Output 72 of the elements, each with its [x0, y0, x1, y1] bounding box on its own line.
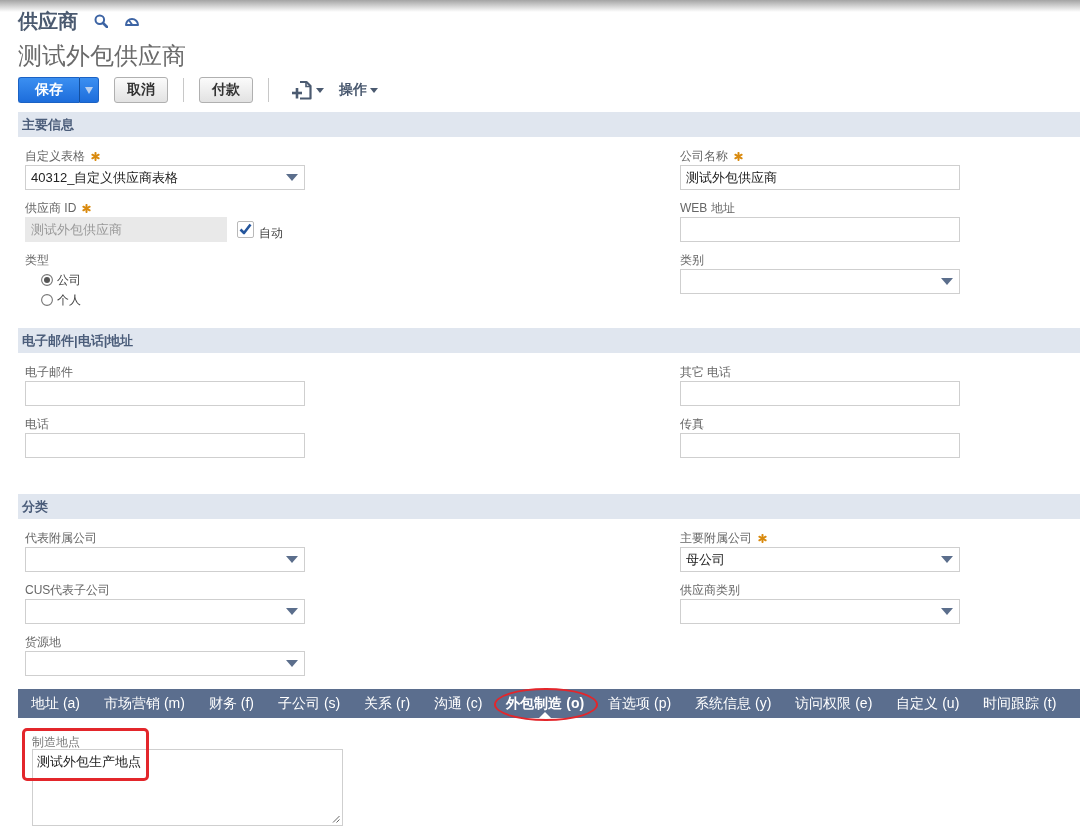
tab-pointer-icon: [539, 712, 552, 718]
field-label: CUS代表子公司: [25, 583, 111, 597]
text-field[interactable]: 测试外包供应商: [680, 165, 960, 190]
field-label: 类型: [25, 253, 49, 267]
text-field[interactable]: [25, 433, 305, 458]
radio-button[interactable]: [41, 274, 53, 286]
dropdown-field[interactable]: [680, 599, 960, 624]
subtab[interactable]: 首选项 (p): [596, 689, 684, 718]
field-label: 供应商类别: [680, 583, 740, 597]
save-button[interactable]: 保存: [18, 77, 79, 103]
toolbar-button[interactable]: 付款: [199, 77, 253, 103]
section-header: 电子邮件|电话|地址: [18, 328, 1080, 353]
field-label: 制造地点: [32, 736, 80, 749]
subtab[interactable]: 时间跟踪 (t): [971, 689, 1069, 718]
dropdown-caret-icon: [941, 556, 953, 563]
dropdown-field[interactable]: [25, 651, 305, 676]
gauge-icon[interactable]: [125, 16, 139, 26]
new-document-icon: [291, 80, 313, 100]
dropdown-field[interactable]: 40312_自定义供应商表格: [25, 165, 305, 190]
caret-icon: [370, 87, 378, 93]
field-label: 电话: [25, 417, 49, 431]
radio-button[interactable]: [41, 294, 53, 306]
subtab[interactable]: 子公司 (s): [266, 689, 353, 718]
subtab[interactable]: 市场营销 (m): [92, 689, 197, 718]
subtab[interactable]: 自定义 (u): [884, 689, 972, 718]
subtab[interactable]: 沟通 (c): [422, 689, 495, 718]
field-label: 传真: [680, 417, 704, 431]
section-header: 主要信息: [18, 112, 1080, 137]
field-label: 货源地: [25, 635, 61, 649]
dropdown-caret-icon: [941, 608, 953, 615]
field-label: 代表附属公司: [25, 531, 97, 545]
radio-label: 公司: [57, 271, 81, 289]
subtab[interactable]: 财务 (f): [196, 689, 266, 718]
subtab[interactable]: 系统信息 (y): [683, 689, 784, 718]
field-label: 公司名称: [680, 149, 728, 163]
field-label: 主要附属公司: [680, 531, 752, 545]
text-field[interactable]: [680, 217, 960, 242]
dropdown-field[interactable]: [680, 269, 960, 294]
dropdown-caret-icon: [941, 278, 953, 285]
record-name: 测试外包供应商: [18, 41, 186, 71]
field-label: 其它 电话: [680, 365, 732, 379]
resize-grip-icon[interactable]: [332, 815, 340, 823]
text-field[interactable]: [680, 381, 960, 406]
dropdown-field[interactable]: 母公司: [680, 547, 960, 572]
section-header: 分类: [18, 494, 1080, 519]
page-title: 供应商: [18, 9, 78, 34]
radio-label: 个人: [57, 291, 81, 309]
textarea-field[interactable]: 测试外包生产地点: [32, 749, 343, 826]
dropdown-caret-icon: [286, 608, 298, 615]
save-menu-button[interactable]: [79, 77, 99, 103]
text-field[interactable]: [680, 433, 960, 458]
dropdown-field[interactable]: [25, 547, 305, 572]
search-icon[interactable]: [94, 14, 108, 28]
field-label: 自定义表格: [25, 149, 85, 163]
subtab[interactable]: 外包制造 (o): [494, 689, 597, 718]
checkbox-label: 自动: [259, 225, 283, 242]
subtab[interactable]: 地址 (a): [19, 689, 92, 718]
caret-icon: [316, 87, 324, 93]
dropdown-caret-icon: [286, 556, 298, 563]
text-field[interactable]: [25, 381, 305, 406]
toolbar-button[interactable]: 取消: [114, 77, 168, 103]
menu-button[interactable]: 操作: [339, 79, 378, 101]
subtab[interactable]: 访问权限 (e): [783, 689, 885, 718]
field-label: 电子邮件: [25, 365, 73, 379]
field-label: WEB 地址: [680, 201, 735, 215]
dropdown-field[interactable]: [25, 599, 305, 624]
dropdown-caret-icon: [286, 174, 298, 181]
dropdown-caret-icon: [286, 660, 298, 667]
field-label: 供应商 ID: [25, 201, 77, 215]
subtab[interactable]: 关系 (r): [352, 689, 423, 718]
field-label: 类别: [680, 253, 704, 267]
caret-icon: [85, 86, 93, 94]
